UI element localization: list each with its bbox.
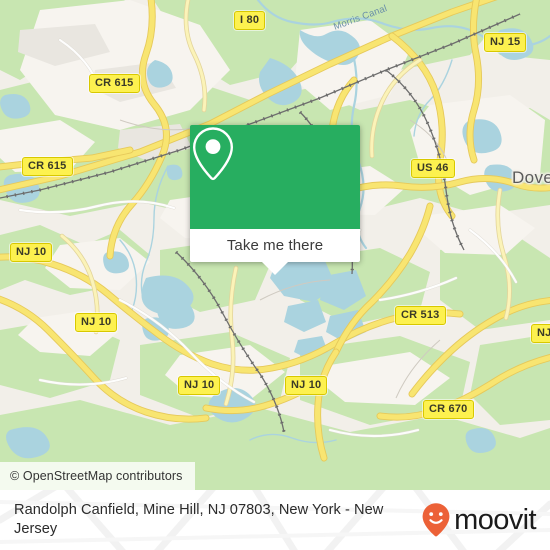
location-title: Randolph Canfield, Mine Hill, NJ 07803, … [14, 502, 384, 537]
map-shield-us46[interactable]: US 46 [411, 159, 455, 178]
map-screenshot: .forest{fill:#c8e6b1;} .forest2{fill:#d3… [0, 0, 550, 550]
map-canvas[interactable]: .forest{fill:#c8e6b1;} .forest2{fill:#d3… [0, 0, 550, 490]
map-shield-cr615-a[interactable]: CR 615 [89, 74, 140, 93]
popup-pointer-tail [262, 262, 288, 275]
footer-bar: Randolph Canfield, Mine Hill, NJ 07803, … [0, 490, 550, 550]
map-shield-nj10-c[interactable]: NJ 10 [178, 376, 221, 395]
map-shield-nj10-a[interactable]: NJ 10 [10, 243, 53, 262]
map-shield-cr513[interactable]: CR 513 [395, 306, 446, 325]
moovit-logo[interactable]: moovit [421, 502, 537, 538]
map-shield-i80[interactable]: I 80 [234, 11, 266, 30]
map-shield-nj15[interactable]: NJ 15 [484, 33, 527, 52]
map-shield-cr615-b[interactable]: CR 615 [22, 157, 73, 176]
map-attribution[interactable]: © OpenStreetMap contributors [0, 462, 195, 490]
popup-header [190, 125, 360, 229]
map-shield-nj-clipped[interactable]: NJ [531, 324, 550, 343]
map-shield-cr670[interactable]: CR 670 [423, 400, 474, 419]
map-shield-nj10-b[interactable]: NJ 10 [75, 313, 118, 332]
map-shield-nj10-d[interactable]: NJ 10 [285, 376, 328, 395]
map-pin-icon [192, 127, 234, 181]
map-place-label-dover: Dover [512, 168, 550, 187]
take-me-there-button[interactable]: Take me there [190, 229, 360, 262]
moovit-pin-smiley-icon [422, 503, 450, 537]
moovit-wordmark: moovit [454, 503, 536, 536]
location-popup-card[interactable]: Take me there [190, 125, 360, 262]
